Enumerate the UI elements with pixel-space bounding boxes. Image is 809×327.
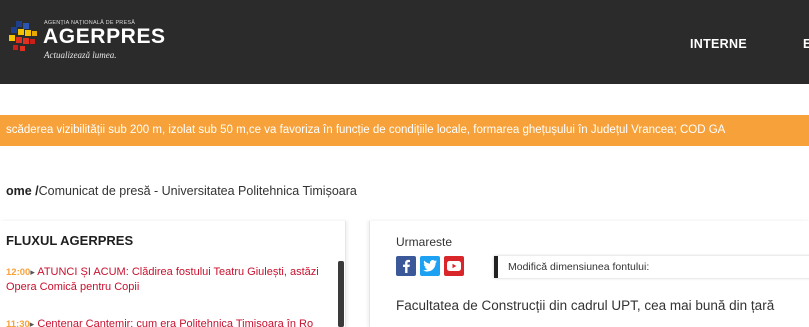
agerpres-logo-icon [9, 21, 37, 51]
logo-brand-text: AGERPRES [43, 25, 166, 48]
twitter-icon[interactable] [420, 256, 440, 276]
breadcrumb-current: Comunicat de presă - Universitatea Polit… [38, 184, 357, 198]
feed-item-time: 11:30 [6, 319, 30, 327]
logo-tagline: Actualizează lumea. [44, 50, 117, 60]
alert-ticker[interactable]: scăderea vizibilității sub 200 m, izolat… [0, 115, 809, 146]
breadcrumb: ome /Comunicat de presă - Universitatea … [6, 184, 357, 198]
feed-item-text: ATUNCI ȘI ACUM: Clădirea fostului Teatru… [6, 266, 319, 293]
page: AGENȚIA NAȚIONALĂ DE PRESĂ AGERPRES Actu… [0, 0, 809, 327]
nav-item-next[interactable]: E [803, 37, 809, 51]
youtube-icon[interactable] [444, 256, 464, 276]
feed-item[interactable]: 11:30▸ Centenar Cantemir: cum era Polite… [6, 317, 332, 327]
feed-item[interactable]: 12:00▸ ATUNCI ȘI ACUM: Clădirea fostului… [6, 265, 332, 294]
feed-item-time: 12:00 [6, 267, 31, 278]
ticker-text: scăderea vizibilității sub 200 m, izolat… [6, 124, 726, 136]
feed-scrollbar[interactable] [338, 261, 344, 327]
article-panel: Urmareste Modifică dimensiunea fontului:… [369, 221, 809, 327]
breadcrumb-home[interactable]: ome / [6, 184, 39, 198]
feed-scrollbar-thumb[interactable] [338, 261, 344, 327]
news-feed-panel: FLUXUL AGERPRES 12:00▸ ATUNCI ȘI ACUM: C… [0, 221, 346, 327]
nav-item-interne[interactable]: INTERNE [690, 37, 747, 51]
site-header: AGENȚIA NAȚIONALĂ DE PRESĂ AGERPRES Actu… [0, 0, 809, 84]
feed-item-text: Centenar Cantemir: cum era Politehnica T… [34, 318, 314, 327]
article-lead: Facultatea de Construcții din cadrul UPT… [396, 298, 775, 313]
agerpres-logo[interactable]: AGENȚIA NAȚIONALĂ DE PRESĂ AGERPRES Actu… [6, 16, 176, 66]
social-links [396, 256, 464, 276]
font-size-control[interactable]: Modifică dimensiunea fontului: [494, 256, 809, 278]
feed-title: FLUXUL AGERPRES [6, 233, 134, 248]
main-nav: INTERNE E [690, 37, 809, 51]
follow-label: Urmareste [396, 235, 453, 249]
font-size-label: Modifică dimensiunea fontului: [508, 261, 650, 273]
facebook-icon[interactable] [396, 256, 416, 276]
